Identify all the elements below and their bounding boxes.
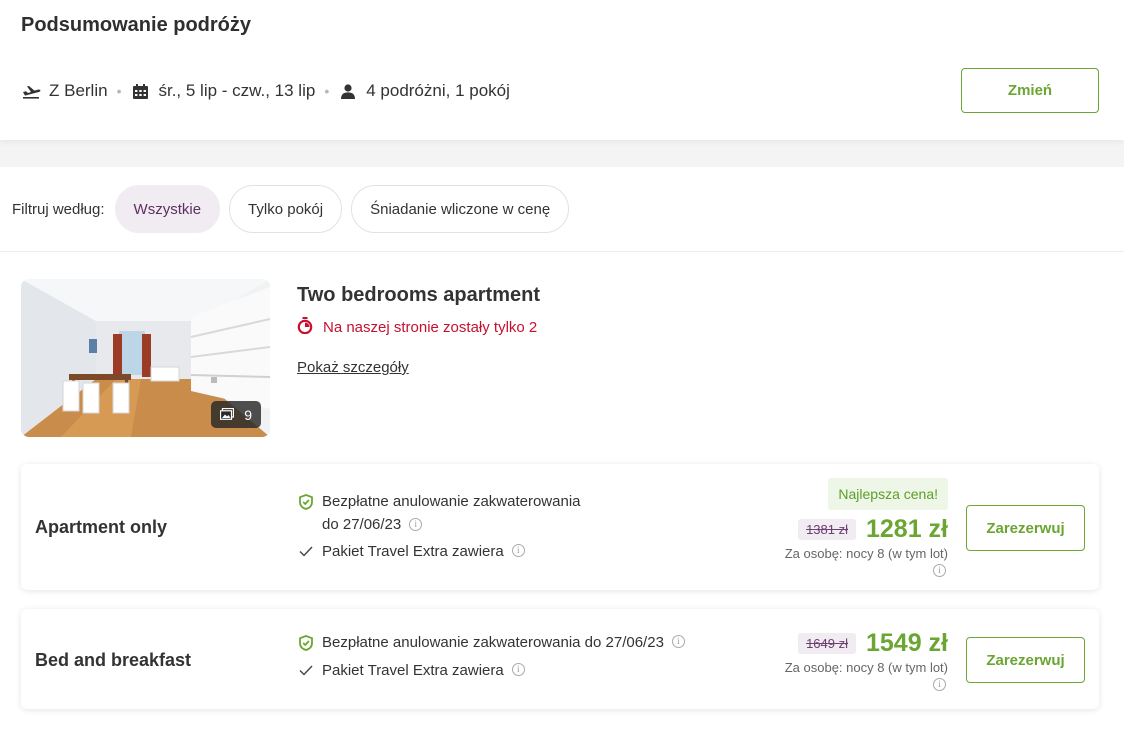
cancellation-date: do 27/06/23 bbox=[322, 516, 402, 533]
cancellation-text: Bezpłatne anulowanie zakwaterowania bbox=[322, 493, 581, 510]
calendar-icon bbox=[130, 81, 150, 101]
availability-warning: Na naszej stronie zostały tylko 2 bbox=[297, 317, 537, 338]
price-row: 1381 zł 1281 zł bbox=[798, 515, 948, 544]
room-title: Two bedrooms apartment bbox=[297, 284, 540, 306]
filter-chip-room-only[interactable]: Tylko pokój bbox=[229, 185, 343, 233]
availability-text: Na naszej stronie zostały tylko 2 bbox=[323, 319, 538, 336]
current-price: 1549 zł bbox=[865, 629, 948, 657]
filter-chip-breakfast-included[interactable]: Śniadanie wliczone w cenę bbox=[351, 185, 570, 233]
checkmark-icon bbox=[298, 540, 314, 563]
free-cancellation-feature: Bezpłatne anulowanie zakwaterowania do 2… bbox=[298, 631, 685, 654]
price-row: 1649 zł 1549 zł bbox=[798, 629, 948, 658]
free-cancellation-feature: Bezpłatne anulowanie zakwaterowania do 2… bbox=[298, 490, 581, 536]
divider bbox=[0, 251, 1124, 252]
book-button[interactable]: Zarezerwuj bbox=[966, 637, 1085, 683]
current-price: 1281 zł bbox=[865, 515, 948, 543]
shield-check-icon bbox=[298, 631, 314, 654]
price-per-person-note: Za osobę: nocy 8 (w tym lot) bbox=[784, 660, 948, 675]
price-info: i bbox=[933, 677, 946, 695]
change-trip-button[interactable]: Zmień bbox=[961, 68, 1099, 113]
plane-departure-icon bbox=[21, 81, 41, 101]
filter-chip-all[interactable]: Wszystkie bbox=[114, 185, 221, 233]
offer-name: Apartment only bbox=[35, 517, 168, 537]
show-details-link[interactable]: Pokaż szczegóły bbox=[297, 359, 409, 376]
info-icon[interactable]: i bbox=[511, 544, 525, 557]
filter-label: Filtruj według: bbox=[12, 200, 105, 218]
page-title: Podsumowanie podróży bbox=[21, 14, 252, 36]
filter-bar: Filtruj według: Wszystkie Tylko pokój Śn… bbox=[12, 185, 578, 233]
cancellation-text: Bezpłatne anulowanie zakwaterowania do 2… bbox=[322, 634, 664, 651]
trip-travelers: 4 podróżni, 1 pokój bbox=[366, 81, 510, 100]
offer-card: Bed and breakfast Bezpłatne anulowanie z… bbox=[21, 609, 1099, 709]
separator-dot: • bbox=[116, 83, 122, 99]
price-info: i bbox=[933, 563, 946, 581]
offer-card: Apartment only Bezpłatne anulowanie zakw… bbox=[21, 464, 1099, 590]
package-text: Pakiet Travel Extra zawiera bbox=[322, 543, 504, 560]
trip-origin: Z Berlin bbox=[49, 81, 108, 100]
trip-dates: śr., 5 lip - czw., 13 lip bbox=[158, 81, 316, 100]
info-icon[interactable]: i bbox=[511, 663, 525, 676]
trip-details: Z Berlin • śr., 5 lip - czw., 13 lip • 4… bbox=[21, 79, 510, 103]
info-icon[interactable]: i bbox=[671, 635, 685, 648]
checkmark-icon bbox=[298, 659, 314, 682]
stopwatch-icon bbox=[297, 317, 313, 338]
info-icon[interactable]: i bbox=[409, 517, 423, 531]
person-icon bbox=[338, 81, 358, 101]
room-offers-panel: Filtruj według: Wszystkie Tylko pokój Śn… bbox=[0, 167, 1124, 730]
photo-count-badge[interactable]: 9 bbox=[211, 401, 261, 428]
photo-count: 9 bbox=[244, 406, 252, 423]
gallery-icon bbox=[220, 407, 235, 423]
trip-summary: Podsumowanie podróży Z Berlin • śr., 5 l… bbox=[0, 0, 1124, 140]
room-photo[interactable]: 9 bbox=[21, 279, 270, 437]
price-per-person-note: Za osobę: nocy 8 (w tym lot) bbox=[784, 546, 948, 561]
info-icon[interactable]: i bbox=[933, 564, 946, 578]
old-price: 1649 zł bbox=[798, 633, 856, 654]
package-text: Pakiet Travel Extra zawiera bbox=[322, 662, 504, 679]
separator-dot: • bbox=[324, 83, 330, 99]
package-feature: Pakiet Travel Extra zawiera i bbox=[298, 540, 525, 563]
book-button[interactable]: Zarezerwuj bbox=[966, 505, 1085, 551]
offer-name: Bed and breakfast bbox=[35, 650, 192, 670]
best-price-badge: Najlepsza cena! bbox=[828, 478, 948, 510]
old-price: 1381 zł bbox=[798, 519, 856, 540]
package-feature: Pakiet Travel Extra zawiera i bbox=[298, 659, 525, 682]
shield-check-icon bbox=[298, 490, 314, 513]
info-icon[interactable]: i bbox=[933, 678, 946, 692]
